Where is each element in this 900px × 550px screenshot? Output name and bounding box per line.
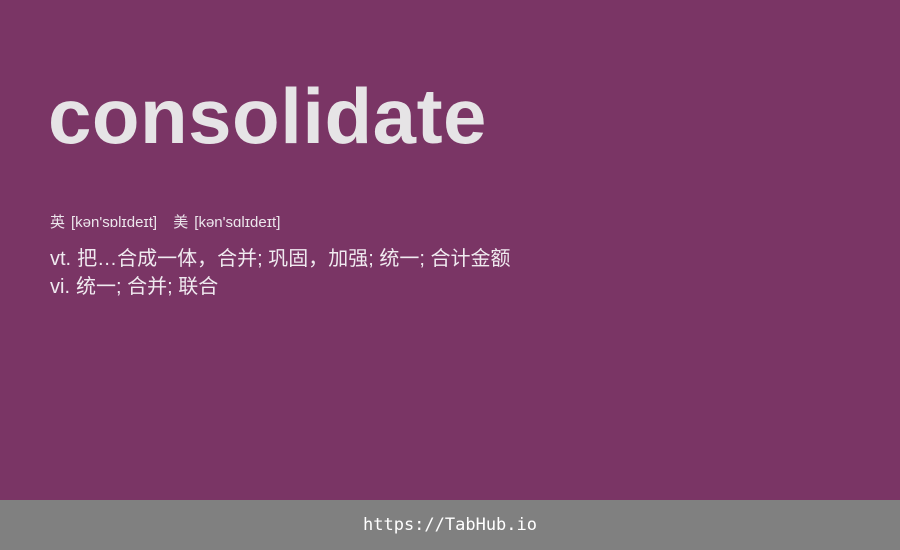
part-of-speech-vt: vt. (50, 248, 72, 270)
headword: consolidate (48, 72, 487, 160)
phonetic-us: 美 [kən'sɑlɪdeɪt] (173, 212, 280, 234)
footer-bar: https://TabHub.io (0, 500, 900, 550)
word-card: consolidate 英 [kən'sɒlɪdeɪt] 美 [kən'sɑlɪde… (0, 0, 900, 500)
phonetic-ipa-uk: [kən'sɒlɪdeɪt] (71, 214, 158, 231)
phonetic-ipa-us: [kən'sɑlɪdeɪt] (194, 214, 281, 231)
definition-meaning-vi: 统一; 合并; 联合 (76, 276, 219, 298)
definition-meaning-vt: 把…合成一体，合并; 巩固，加强; 统一; 合计金额 (77, 248, 511, 270)
part-of-speech-vi: vi. (50, 276, 70, 298)
phonetics-row: 英 [kən'sɒlɪdeɪt] 美 [kən'sɑlɪdeɪt] (50, 212, 292, 234)
tabhub-link[interactable]: https://TabHub.io (363, 515, 537, 535)
phonetic-uk: 英 [kən'sɒlɪdeɪt] (50, 212, 157, 234)
definition-vt: vt. 把…合成一体，合并; 巩固，加强; 统一; 合计金额 (50, 245, 510, 273)
definitions-list: vt. 把…合成一体，合并; 巩固，加强; 统一; 合计金额 vi. 统一; 合并;… (50, 245, 510, 301)
definition-vi: vi. 统一; 合并; 联合 (50, 273, 510, 301)
phonetic-region-uk: 英 (50, 214, 66, 231)
phonetic-region-us: 美 (173, 214, 189, 231)
